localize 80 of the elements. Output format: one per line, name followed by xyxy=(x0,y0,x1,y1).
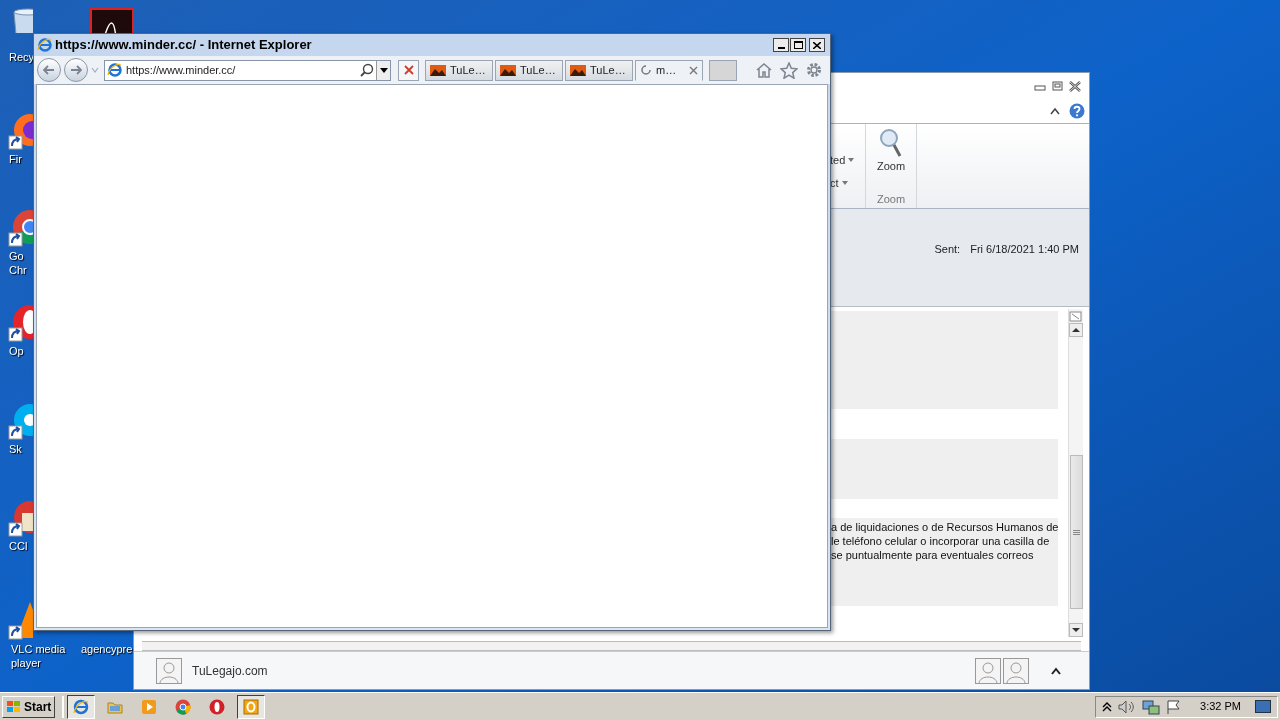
contact-name[interactable]: TuLegajo.com xyxy=(192,661,268,680)
page-icon xyxy=(500,64,516,76)
forward-button[interactable] xyxy=(64,58,88,82)
taskbar-button[interactable] xyxy=(237,694,266,719)
browser-tab[interactable]: TuLe… xyxy=(495,59,563,81)
loading-icon xyxy=(640,64,652,76)
avatar-icon xyxy=(156,657,182,684)
shortcut-icon[interactable] xyxy=(90,8,134,33)
close-icon[interactable] xyxy=(1069,80,1081,92)
icon-label: Sk xyxy=(9,442,22,456)
message-text: a de liquidaciones o de Recursos Humanos de le teléfono celular o incorporar una casilla de se puntualmente para eventuales correos xyxy=(831,520,1059,562)
url-text: https://www.minder.cc/ xyxy=(126,62,237,78)
play-icon xyxy=(140,697,159,716)
window-title: https://www.minder.cc/ - Internet Explorer xyxy=(55,36,313,55)
taskbar-button[interactable] xyxy=(67,694,96,719)
horizontal-scrollbar[interactable] xyxy=(142,641,1081,651)
help-icon[interactable] xyxy=(1069,103,1085,119)
ribbon-item[interactable]: ted xyxy=(830,152,865,169)
icon-label: Op xyxy=(9,344,24,358)
icon-label: CCl xyxy=(9,539,28,553)
close-icon xyxy=(403,65,414,75)
page-icon xyxy=(430,64,446,76)
close-button[interactable] xyxy=(809,38,825,52)
grip-icon xyxy=(1073,529,1080,535)
clock[interactable]: 3:32 PM xyxy=(1200,698,1241,715)
avatar-icon xyxy=(975,657,1001,684)
address-field[interactable]: https://www.minder.cc/ xyxy=(104,59,391,81)
ribbon-item[interactable]: ct xyxy=(830,174,865,191)
page-icon xyxy=(570,64,586,76)
show-desktop-button[interactable] xyxy=(1255,700,1271,713)
opera-icon xyxy=(208,697,227,716)
close-icon xyxy=(813,41,821,49)
icon-label: agencypre xyxy=(81,642,133,656)
back-arrow-icon xyxy=(43,65,55,75)
close-tab-icon[interactable] xyxy=(689,65,698,75)
back-button[interactable] xyxy=(37,58,61,82)
windows-logo-icon xyxy=(6,699,22,714)
browser-tab[interactable]: TuLe… xyxy=(565,59,633,81)
ie-icon xyxy=(37,37,53,53)
sent-date: Fri 6/18/2021 1:40 PM xyxy=(970,242,1079,257)
ie-icon xyxy=(72,697,91,716)
minimize-button[interactable] xyxy=(773,38,789,52)
avatar-icon xyxy=(1003,657,1029,684)
forward-arrow-icon xyxy=(70,65,82,75)
icon-label: player xyxy=(11,656,41,670)
ie-icon xyxy=(107,62,123,78)
sent-label: Sent: xyxy=(934,242,961,257)
icon-label: Fir xyxy=(9,152,22,166)
outlook-icon xyxy=(242,697,261,716)
expand-icon[interactable] xyxy=(1051,666,1061,675)
stop-button[interactable] xyxy=(398,59,419,81)
settings-icon[interactable] xyxy=(805,61,823,79)
home-icon[interactable] xyxy=(755,62,773,78)
group-label: Zoom xyxy=(876,191,906,207)
zoom-button[interactable]: Zoom xyxy=(876,128,906,175)
collapse-ribbon-icon[interactable] xyxy=(1050,107,1060,115)
scrollbar[interactable] xyxy=(1068,309,1084,637)
scroll-thumb[interactable] xyxy=(1070,455,1083,609)
chrome-icon xyxy=(174,697,193,716)
caret-icon xyxy=(848,158,855,163)
icon-label: Chr xyxy=(9,263,27,277)
browser-tab[interactable]: m… xyxy=(635,59,703,81)
search-icon[interactable] xyxy=(360,63,374,77)
scroll-up-icon[interactable] xyxy=(1069,323,1084,337)
start-button[interactable]: Start xyxy=(2,695,56,718)
star-icon[interactable] xyxy=(780,61,798,79)
caret-icon xyxy=(841,180,848,185)
icon-label: VLC media xyxy=(11,642,66,656)
scroll-down-icon[interactable] xyxy=(1069,623,1084,637)
network-icon[interactable] xyxy=(1142,698,1161,715)
browser-tab[interactable]: TuLe… xyxy=(425,59,493,81)
icon-label: Recy xyxy=(9,50,35,64)
icon-label: Go xyxy=(9,249,24,263)
maximize-icon[interactable] xyxy=(1052,81,1063,91)
show-hidden-icon[interactable] xyxy=(1102,700,1113,713)
magnifier-icon xyxy=(879,128,903,158)
dropdown-button[interactable] xyxy=(376,60,390,80)
maximize-button[interactable] xyxy=(790,38,806,52)
speaker-icon[interactable] xyxy=(1118,699,1137,714)
flag-icon[interactable] xyxy=(1166,698,1183,715)
